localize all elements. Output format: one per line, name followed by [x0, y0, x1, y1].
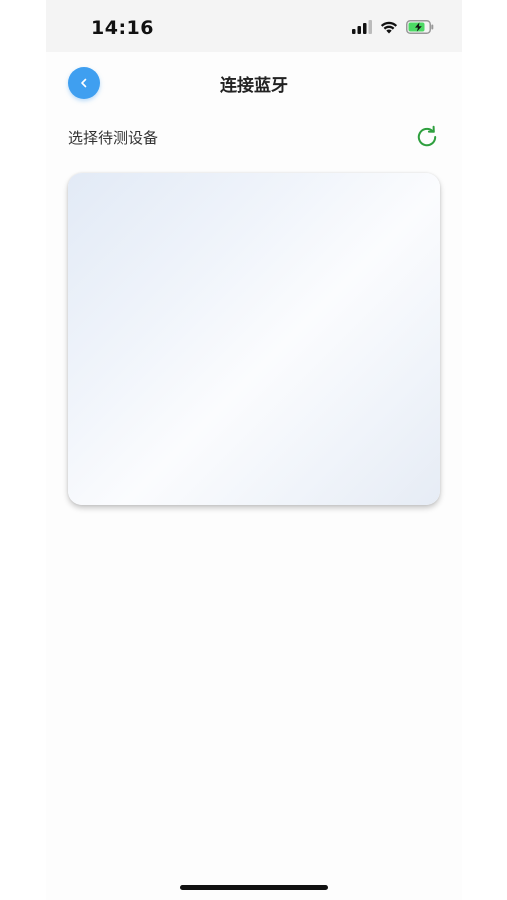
signal-icon: [352, 19, 372, 38]
select-device-label: 选择待测设备: [68, 129, 159, 147]
status-bar: 14:16: [46, 0, 462, 52]
home-indicator[interactable]: [180, 885, 328, 890]
nav-bar: 连接蓝牙: [46, 52, 462, 116]
status-icons: [352, 18, 434, 38]
refresh-button[interactable]: [414, 124, 440, 150]
device-list-panel: [68, 173, 440, 505]
wifi-icon: [380, 19, 398, 38]
status-time: 14:16: [91, 17, 154, 39]
refresh-icon: [414, 125, 440, 154]
device-section-header: 选择待测设备: [68, 122, 440, 152]
page-title: 连接蓝牙: [220, 76, 288, 96]
battery-icon: [406, 19, 434, 38]
app-screen: 14:16 连接蓝牙 选择待测设备: [46, 0, 462, 900]
